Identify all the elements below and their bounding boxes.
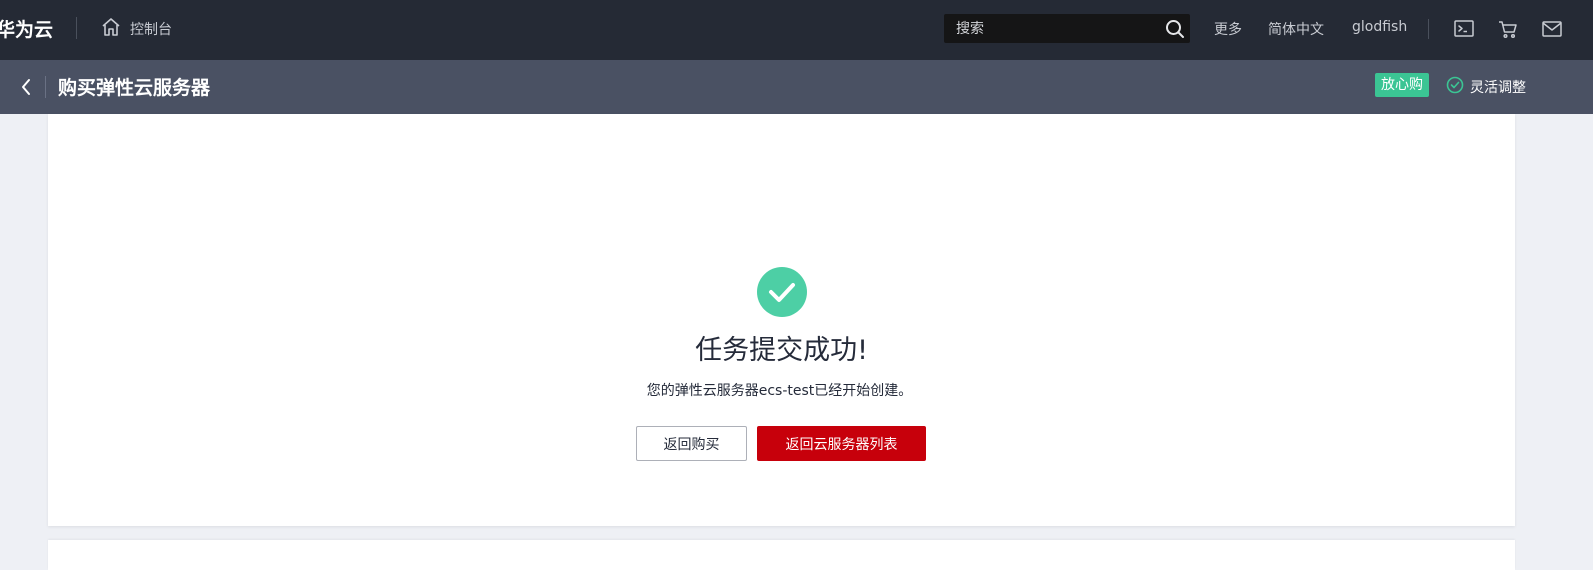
success-description: 您的弹性云服务器ecs-test已经开始创建。 [646, 383, 913, 399]
success-check-icon [757, 267, 807, 317]
check-circle-icon [1446, 76, 1464, 98]
cart-icon[interactable] [1496, 17, 1520, 41]
console-label: 控制台 [130, 22, 172, 38]
terminal-icon[interactable] [1452, 17, 1476, 41]
page-header-bar: 购买弹性云服务器 放心购 灵活调整 [0, 60, 1593, 114]
flex-adjust-link[interactable]: 灵活调整 [1446, 76, 1526, 98]
back-to-server-list-button[interactable]: 返回云服务器列表 [757, 426, 926, 461]
top-navigation-bar: 华为云 控制台 更多 简体中文 glodfish [0, 0, 1593, 60]
flex-adjust-label: 灵活调整 [1470, 80, 1526, 96]
chevron-left-icon[interactable] [15, 74, 39, 100]
header-divider [45, 76, 46, 98]
success-title: 任务提交成功! [695, 335, 868, 366]
console-link[interactable]: 控制台 [100, 16, 172, 42]
search-input[interactable] [944, 14, 1160, 43]
assurance-badge[interactable]: 放心购 [1375, 73, 1429, 97]
page-title: 购买弹性云服务器 [58, 77, 211, 99]
mail-icon[interactable] [1540, 17, 1564, 41]
search-icon[interactable] [1160, 14, 1190, 43]
language-selector[interactable]: 简体中文 [1268, 19, 1324, 39]
search-box [944, 14, 1190, 43]
secondary-card [48, 540, 1515, 570]
user-menu[interactable]: glodfish [1352, 19, 1407, 35]
home-icon [100, 16, 122, 42]
more-menu[interactable]: 更多 [1214, 19, 1242, 39]
brand-logo[interactable]: 华为云 [0, 15, 53, 42]
top-separator [1428, 19, 1429, 39]
result-card [48, 114, 1515, 526]
top-divider [76, 17, 77, 39]
back-to-purchase-button[interactable]: 返回购买 [636, 426, 747, 461]
